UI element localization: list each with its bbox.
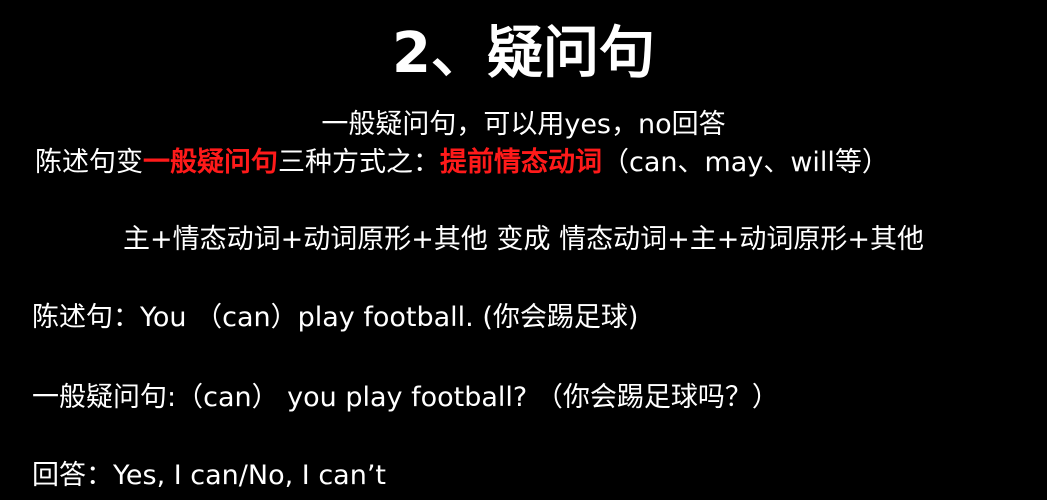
ways-middle: 三种方式之： [278,147,440,178]
slide-title: 2、疑问句 [392,21,655,86]
question-example: 一般疑问句:（can） you play football? （你会踢足球吗？） [32,382,779,413]
ways-suffix: （can、may、will等） [602,147,889,178]
answer-example: 回答：Yes, I can/No, I can’t [32,460,386,491]
formula-line: 主+情态动词+动词原形+其他 变成 情态动词+主+动词原形+其他 [123,224,924,255]
slide: 2、疑问句 一般疑问句，可以用yes，no回答 陈述句变一般疑问句三种方式之：提… [0,0,1047,500]
highlight-general-question: 一般疑问句 [143,147,278,178]
intro-line: 一般疑问句，可以用yes，no回答 [321,109,726,140]
conversion-methods-line: 陈述句变一般疑问句三种方式之：提前情态动词（can、may、will等） [35,143,889,183]
statement-example: 陈述句：You （can）play football. (你会踢足球) [32,302,639,333]
ways-prefix: 陈述句变 [35,147,143,178]
highlight-modal-verb: 提前情态动词 [440,147,602,178]
